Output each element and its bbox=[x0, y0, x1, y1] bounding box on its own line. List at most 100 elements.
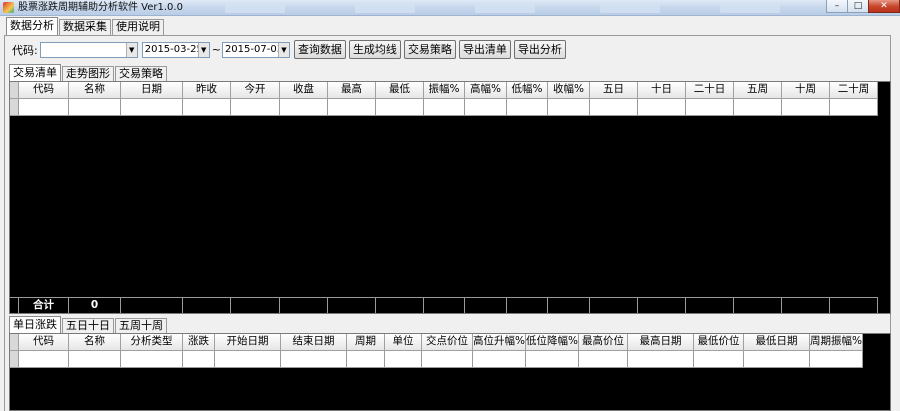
column-header[interactable]: 代码 bbox=[19, 82, 69, 99]
table-cell[interactable] bbox=[328, 99, 376, 116]
column-header[interactable]: 十周 bbox=[782, 82, 830, 99]
column-header[interactable]: 名称 bbox=[69, 334, 121, 351]
table-cell[interactable] bbox=[280, 99, 328, 116]
column-header[interactable]: 收幅% bbox=[548, 82, 590, 99]
column-header[interactable]: 周期振幅% bbox=[810, 334, 863, 351]
tab-trend-chart[interactable]: 走势图形 bbox=[62, 66, 114, 81]
table-cell[interactable] bbox=[183, 351, 215, 368]
table-cell[interactable] bbox=[686, 99, 734, 116]
column-header[interactable]: 高位升幅% bbox=[473, 334, 526, 351]
end-date-picker[interactable]: 2015-07-03 ▼ bbox=[221, 41, 290, 58]
tab-single-day[interactable]: 单日涨跌 bbox=[9, 316, 61, 333]
generate-ma-button[interactable]: 生成均线 bbox=[348, 40, 401, 59]
tab-trade-list[interactable]: 交易清单 bbox=[9, 64, 61, 81]
table-cell[interactable] bbox=[628, 351, 694, 368]
tab-data-collection[interactable]: 数据采集 bbox=[59, 19, 111, 35]
column-header[interactable]: 名称 bbox=[69, 82, 121, 99]
column-header[interactable]: 结束日期 bbox=[281, 334, 347, 351]
column-header[interactable]: 最低 bbox=[376, 82, 424, 99]
column-header[interactable]: 低位降幅% bbox=[526, 334, 579, 351]
table-cell[interactable] bbox=[590, 99, 638, 116]
column-header[interactable]: 单位 bbox=[385, 334, 422, 351]
table-cell[interactable] bbox=[121, 351, 183, 368]
tab-five-ten-day[interactable]: 五日十日 bbox=[62, 318, 114, 333]
chevron-down-icon[interactable]: ▼ bbox=[277, 42, 289, 57]
column-header[interactable]: 最高 bbox=[328, 82, 376, 99]
query-data-button[interactable]: 查询数据 bbox=[293, 40, 346, 59]
table-cell[interactable] bbox=[548, 99, 590, 116]
table-cell[interactable] bbox=[385, 351, 422, 368]
table-cell[interactable] bbox=[526, 351, 579, 368]
column-header[interactable]: 涨跌 bbox=[183, 334, 215, 351]
column-header[interactable]: 最低日期 bbox=[744, 334, 810, 351]
table-cell[interactable] bbox=[19, 351, 69, 368]
start-date-picker[interactable]: 2015-03-25 ▼ bbox=[141, 41, 210, 58]
column-header[interactable]: 十日 bbox=[638, 82, 686, 99]
table-cell[interactable] bbox=[473, 351, 526, 368]
column-header[interactable]: 今开 bbox=[231, 82, 280, 99]
column-header[interactable]: 高幅% bbox=[465, 82, 507, 99]
column-header[interactable]: 五周 bbox=[734, 82, 782, 99]
column-header[interactable]: 代码 bbox=[19, 334, 69, 351]
maximize-button[interactable]: □ bbox=[847, 0, 869, 13]
background-taskbar-ghost bbox=[600, 3, 660, 13]
trade-list-grid[interactable]: 代码 名称 日期 昨收 今开 收盘 最高 最低 振幅% 高幅% 低幅% 收幅% … bbox=[9, 81, 891, 314]
table-cell[interactable] bbox=[422, 351, 473, 368]
column-header[interactable]: 周期 bbox=[347, 334, 385, 351]
table-cell[interactable] bbox=[424, 99, 465, 116]
table-cell[interactable] bbox=[121, 99, 183, 116]
table-cell[interactable] bbox=[69, 351, 121, 368]
table-cell[interactable] bbox=[744, 351, 810, 368]
column-header[interactable]: 分析类型 bbox=[121, 334, 183, 351]
table-cell[interactable] bbox=[231, 99, 280, 116]
table-cell[interactable] bbox=[376, 99, 424, 116]
table-row[interactable] bbox=[10, 99, 878, 116]
table-row[interactable] bbox=[10, 351, 863, 368]
table-cell[interactable] bbox=[579, 351, 628, 368]
row-header[interactable] bbox=[10, 99, 19, 116]
column-header[interactable]: 收盘 bbox=[280, 82, 328, 99]
code-select[interactable]: ▼ bbox=[39, 41, 138, 58]
column-header[interactable]: 最高价位 bbox=[579, 334, 628, 351]
tab-data-analysis[interactable]: 数据分析 bbox=[6, 17, 58, 35]
column-header[interactable]: 最低价位 bbox=[694, 334, 744, 351]
tab-trade-strategy[interactable]: 交易策略 bbox=[115, 66, 167, 81]
trade-strategy-button[interactable]: 交易策略 bbox=[403, 40, 456, 59]
chevron-down-icon[interactable]: ▼ bbox=[125, 42, 137, 57]
summary-cell bbox=[638, 297, 686, 313]
table-cell[interactable] bbox=[281, 351, 347, 368]
column-header[interactable]: 五日 bbox=[590, 82, 638, 99]
table-cell[interactable] bbox=[183, 99, 231, 116]
column-header[interactable]: 二十周 bbox=[830, 82, 878, 99]
table-cell[interactable] bbox=[638, 99, 686, 116]
table-cell[interactable] bbox=[465, 99, 507, 116]
close-button[interactable]: ✕ bbox=[868, 0, 900, 13]
analysis-grid[interactable]: 代码 名称 分析类型 涨跌 开始日期 结束日期 周期 单位 交点价位 高位升幅%… bbox=[9, 333, 891, 411]
column-header[interactable]: 低幅% bbox=[507, 82, 548, 99]
table-cell[interactable] bbox=[782, 99, 830, 116]
table-cell[interactable] bbox=[810, 351, 863, 368]
table-cell[interactable] bbox=[694, 351, 744, 368]
table-cell[interactable] bbox=[215, 351, 281, 368]
chevron-down-icon[interactable]: ▼ bbox=[197, 42, 209, 57]
column-header[interactable]: 振幅% bbox=[424, 82, 465, 99]
export-analysis-button[interactable]: 导出分析 bbox=[513, 40, 566, 59]
column-header[interactable]: 日期 bbox=[121, 82, 183, 99]
minimize-button[interactable]: – bbox=[826, 0, 848, 13]
tab-usage-guide[interactable]: 使用说明 bbox=[112, 19, 164, 35]
trade-grid-header: 代码 名称 日期 昨收 今开 收盘 最高 最低 振幅% 高幅% 低幅% 收幅% … bbox=[10, 82, 878, 99]
table-cell[interactable] bbox=[69, 99, 121, 116]
table-cell[interactable] bbox=[19, 99, 69, 116]
column-header[interactable]: 最高日期 bbox=[628, 334, 694, 351]
column-header[interactable]: 昨收 bbox=[183, 82, 231, 99]
tab-five-ten-week[interactable]: 五周十周 bbox=[115, 318, 167, 333]
row-header[interactable] bbox=[10, 351, 19, 368]
table-cell[interactable] bbox=[734, 99, 782, 116]
export-list-button[interactable]: 导出清单 bbox=[458, 40, 511, 59]
table-cell[interactable] bbox=[507, 99, 548, 116]
column-header[interactable]: 开始日期 bbox=[215, 334, 281, 351]
column-header[interactable]: 交点价位 bbox=[422, 334, 473, 351]
table-cell[interactable] bbox=[830, 99, 878, 116]
table-cell[interactable] bbox=[347, 351, 385, 368]
column-header[interactable]: 二十日 bbox=[686, 82, 734, 99]
